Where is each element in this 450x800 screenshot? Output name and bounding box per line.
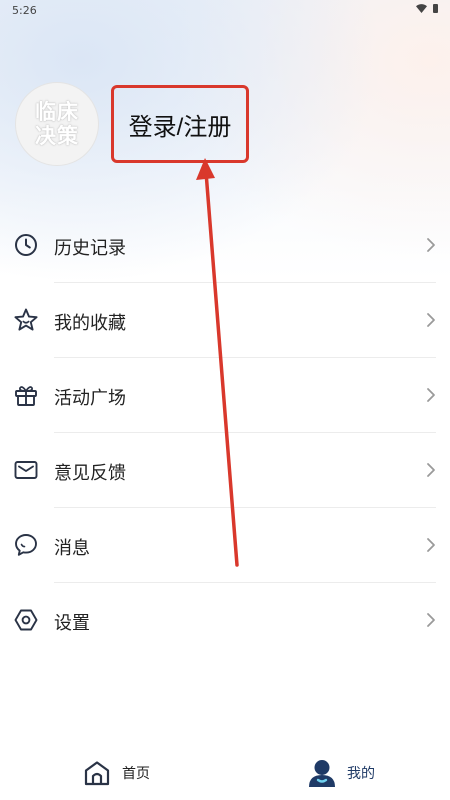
menu-item-feedback[interactable]: 意见反馈 xyxy=(0,433,450,508)
chevron-right-icon xyxy=(427,238,435,252)
profile-header: 临床决策 登录/注册 xyxy=(0,80,450,170)
chevron-right-icon xyxy=(427,538,435,552)
wifi-icon xyxy=(416,4,427,13)
tab-label: 我的 xyxy=(347,765,375,781)
menu-item-favorites[interactable]: 我的收藏 xyxy=(0,283,450,358)
clock-icon xyxy=(15,234,37,256)
avatar[interactable]: 临床决策 xyxy=(15,82,99,166)
battery-icon xyxy=(433,4,438,13)
chat-bubble-icon xyxy=(15,534,37,556)
chevron-right-icon xyxy=(427,463,435,477)
menu-item-label: 我的收藏 xyxy=(54,313,126,333)
status-icons xyxy=(416,4,438,13)
gift-icon xyxy=(15,386,37,406)
star-icon xyxy=(14,308,38,331)
status-time: 5:26 xyxy=(12,4,37,17)
bottom-tab-bar: 首页 我的 xyxy=(0,745,450,800)
menu-item-label: 活动广场 xyxy=(54,388,126,408)
menu-item-settings[interactable]: 设置 xyxy=(0,583,450,658)
menu-item-messages[interactable]: 消息 xyxy=(0,508,450,583)
chevron-right-icon xyxy=(427,388,435,402)
tab-label: 首页 xyxy=(122,765,150,781)
avatar-logo-text: 临床决策 xyxy=(35,99,79,148)
menu-item-label: 设置 xyxy=(54,613,90,633)
menu-item-label: 消息 xyxy=(54,538,90,558)
menu-item-label: 历史记录 xyxy=(54,238,126,258)
chevron-right-icon xyxy=(427,313,435,327)
menu-item-label: 意见反馈 xyxy=(54,463,126,483)
home-icon xyxy=(84,761,110,786)
tab-mine[interactable]: 我的 xyxy=(307,755,375,791)
tab-home[interactable]: 首页 xyxy=(82,755,150,791)
login-register-label: 登录/注册 xyxy=(128,113,232,141)
status-bar: 5:26 xyxy=(0,0,450,22)
menu-item-history[interactable]: 历史记录 xyxy=(0,208,450,283)
mail-icon xyxy=(14,461,38,479)
menu-list: 历史记录 我的收藏 活动广场 意见反馈 消息 设置 xyxy=(0,208,450,658)
menu-item-activity-plaza[interactable]: 活动广场 xyxy=(0,358,450,433)
settings-hexagon-icon xyxy=(14,609,38,631)
login-register-button[interactable]: 登录/注册 xyxy=(111,85,249,163)
chevron-right-icon xyxy=(427,613,435,627)
user-icon xyxy=(309,760,335,787)
